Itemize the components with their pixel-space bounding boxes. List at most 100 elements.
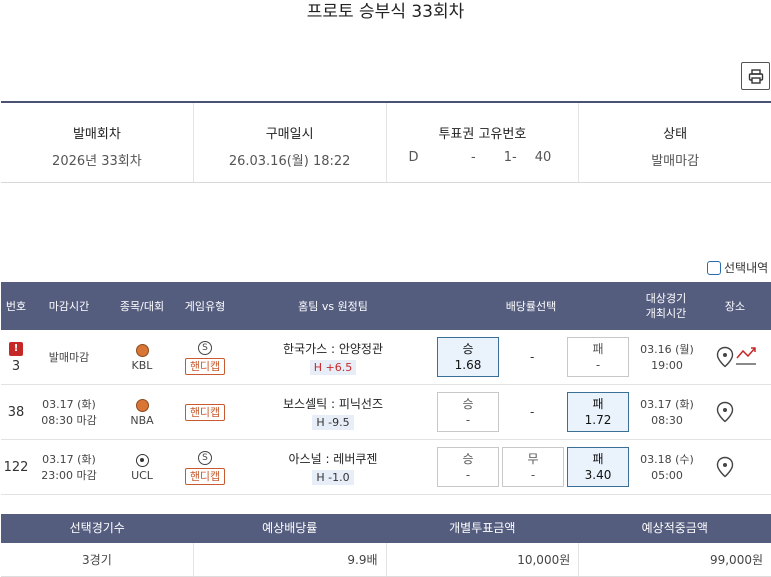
deadline-time: 23:00 마감 [41,468,97,482]
sport-cell: KBL [117,330,167,385]
purchase-date-label: 구매일시 [265,127,314,142]
row-no-cell: ! 3 [1,330,31,385]
warning-icon: ! [9,341,23,356]
deadline-cell: 03.17 (화) 23:00 마감 [33,440,105,495]
page-title: 프로토 승부식 33회차 [306,2,465,22]
deadline-date: 03.17 (화) [42,452,96,466]
place-cell [716,401,734,423]
selection-checkbox[interactable] [707,260,721,275]
odds-draw-text: - [530,405,535,419]
header-sport: 종목/대회 [119,299,165,313]
odds-draw-text: - [530,350,535,364]
summary-header-payout: 예상적중금액 [641,521,708,535]
game-type-cell: 핸디캡 [169,385,241,440]
basketball-icon [135,343,149,357]
match-time: 19:00 [651,358,683,372]
handicap-value: H +6.5 [309,360,357,375]
odds-draw-button[interactable]: 무 - [502,447,564,487]
games-table: 번호 마감시간 종목/대회 게임유형 홈팀 vs 원정팀 배당률선택 대상경기 … [1,282,771,495]
summary-payout-amount: 99,000원 [709,553,763,567]
odds-draw-label: 무 [527,452,539,466]
odds-win-label: 승 [462,397,474,411]
summary-header-stake: 개별투표금액 [449,521,516,535]
handicap-badge: 핸디캡 [184,404,226,421]
header-no: 번호 [5,299,27,313]
ticket-part: 1- [503,150,517,165]
print-button[interactable] [741,62,770,90]
place-cell [716,346,756,368]
soccer-ball-icon [135,453,149,467]
teams-cell: 한국가스 : 안양정관 H +6.5 [263,330,403,385]
odds-lose-button[interactable]: 패 - [567,337,629,377]
match-date: 03.16 (월) [640,342,694,356]
odds-win-button[interactable]: 승 1.68 [437,337,499,377]
league-label: KBL [131,358,153,372]
selection-toggle[interactable]: 선택내역 [707,259,768,276]
odds-lose-button[interactable]: 패 1.72 [567,392,629,432]
deadline-time: 08:30 마감 [41,413,97,427]
odds-lose-value: - [595,358,601,372]
match-date: 03.18 (수) [640,452,694,466]
teams-text: 한국가스 : 안양정관 [283,342,383,356]
teams-cell: 아스널 : 레버쿠젠 H -1.0 [263,440,403,495]
special-s-icon: S [198,450,212,465]
ticket-id-cell: 투표권 고유번호 D - 1- 40 [387,103,580,182]
row-no: 38 [7,405,25,420]
game-type-cell: S 핸디캡 [169,440,241,495]
trend-chart-icon[interactable] [736,346,756,368]
odds-lose-label: 패 [592,452,604,466]
round-value: 2026년 33회차 [52,154,142,169]
purchase-date-cell: 구매일시 26.03.16(월) 18:22 [194,103,387,182]
sport-cell: UCL [117,440,167,495]
status-cell: 상태 발매마감 [579,103,771,182]
table-row: 38 03.17 (화) 08:30 마감 NBA 핸디캡 보스셀틱 : 피닉선… [1,385,771,440]
ticket-part: D [408,150,419,165]
teams-text: 보스셀틱 : 피닉선즈 [283,397,383,411]
odds-win-label: 승 [462,342,474,356]
table-row: ! 3 발매마감 KBL S 핸디캡 한국가스 : 안양정관 H +6.5 승 … [1,330,771,385]
row-no-cell: 122 [1,440,31,495]
row-no: 3 [11,358,21,374]
odds-draw-value: - [530,468,536,482]
sport-cell: NBA [117,385,167,440]
handicap-badge: 핸디캡 [184,357,226,375]
odds-lose-value: 3.40 [584,468,612,482]
teams-cell: 보스셀틱 : 피닉선즈 H -9.5 [263,385,403,440]
round-cell: 발매회차 2026년 33회차 [1,103,194,182]
header-odds: 배당률선택 [505,299,557,313]
match-time: 08:30 [651,413,683,427]
header-type: 게임유형 [184,299,226,313]
map-pin-icon[interactable] [716,346,734,368]
game-type-cell: S 핸디캡 [169,330,241,385]
league-label: NBA [130,413,154,427]
match-date-cell: 03.17 (화) 08:30 [633,385,701,440]
place-cell [716,456,734,478]
row-no: 122 [3,460,29,475]
purchase-date-value: 26.03.16(월) 18:22 [228,154,351,169]
map-pin-icon[interactable] [716,456,734,478]
bet-summary: 선택경기수 예상배당률 개별투표금액 예상적중금액 3경기 9.9배 10,00… [1,514,771,577]
summary-values: 3경기 9.9배 10,000원 99,000원 [1,543,771,577]
odds-lose-value: 1.72 [584,413,612,427]
table-row: 122 03.17 (화) 23:00 마감 UCL S 핸디캡 아스널 : 레… [1,440,771,495]
purchase-info: 발매회차 2026년 33회차 구매일시 26.03.16(월) 18:22 투… [1,101,771,183]
teams-text: 아스널 : 레버쿠젠 [288,452,378,466]
odds-win-button[interactable]: 승 - [437,447,499,487]
header-teams: 홈팀 vs 원정팀 [298,299,368,313]
round-label: 발매회차 [72,127,121,142]
status-value: 발매마감 [651,154,700,169]
status-label: 상태 [663,127,688,142]
printer-icon [748,68,763,84]
summary-header: 선택경기수 예상배당률 개별투표금액 예상적중금액 [1,514,771,543]
map-pin-icon[interactable] [716,401,734,423]
odds-win-button[interactable]: 승 - [437,392,499,432]
summary-header-odds: 예상배당률 [262,521,318,535]
match-date-cell: 03.18 (수) 05:00 [633,440,701,495]
odds-win-value: - [465,413,471,427]
odds-lose-label: 패 [592,397,604,411]
odds-lose-label: 패 [592,342,604,356]
summary-games-count: 3경기 [1,543,194,576]
match-date: 03.17 (화) [640,397,694,411]
header-date: 대상경기 개최시간 [645,292,687,320]
odds-lose-button[interactable]: 패 3.40 [567,447,629,487]
